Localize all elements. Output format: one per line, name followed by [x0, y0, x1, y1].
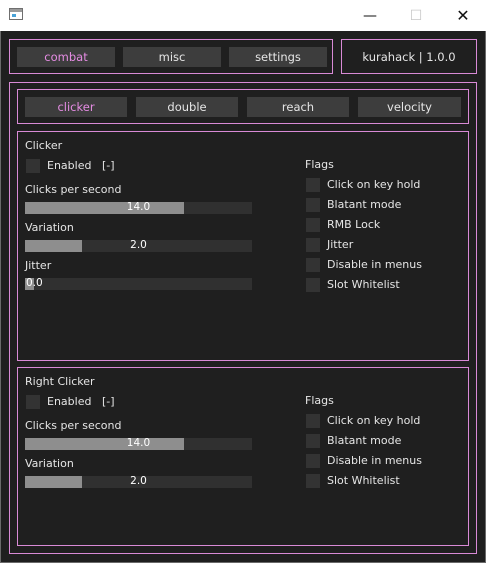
clicker-jitter-label: Jitter: [25, 259, 52, 272]
clicker-cps-label: Clicks per second: [25, 183, 122, 196]
tab-velocity[interactable]: velocity: [358, 97, 461, 117]
clicker-flags-title: Flags: [305, 158, 334, 171]
right-clicker-keybind-button[interactable]: [-]: [102, 395, 115, 408]
tab-misc-label: misc: [158, 50, 186, 64]
clicker-enabled-checkbox[interactable]: [26, 159, 40, 173]
right-clicker-flag-checkbox[interactable]: [306, 474, 320, 488]
maximize-button[interactable]: ☐: [393, 0, 439, 31]
clicker-flag-label: Jitter: [327, 238, 354, 251]
clicker-enabled-label: Enabled: [47, 159, 92, 172]
clicker-flag-checkbox[interactable]: [306, 258, 320, 272]
clicker-cps-value: 14.0: [126, 201, 151, 213]
right-clicker-flag-checkbox[interactable]: [306, 414, 320, 428]
right-clicker-cps-value: 14.0: [126, 437, 151, 449]
close-icon: ✕: [456, 6, 470, 25]
right-clicker-flag-label: Slot Whitelist: [327, 474, 400, 487]
right-clicker-flag-label: Click on key hold: [327, 414, 421, 427]
right-clicker-flag-label: Blatant mode: [327, 434, 402, 447]
clicker-variation-label: Variation: [25, 221, 74, 234]
tab-settings-label: settings: [255, 50, 301, 64]
minimize-icon: —: [363, 7, 377, 24]
clicker-flag-checkbox[interactable]: [306, 218, 320, 232]
tab-double[interactable]: double: [136, 97, 238, 117]
window-titlebar[interactable]: — ☐ ✕: [0, 0, 486, 31]
right-clicker-enabled-label: Enabled: [47, 395, 92, 408]
right-clicker-flag-label: Disable in menus: [327, 454, 422, 467]
brand-badge: kurahack | 1.0.0: [341, 39, 477, 74]
right-clicker-enabled-checkbox[interactable]: [26, 395, 40, 409]
clicker-flag-label: Click on key hold: [327, 178, 421, 191]
minimize-button[interactable]: —: [347, 0, 393, 31]
clicker-variation-slider[interactable]: 2.0: [25, 239, 252, 252]
right-clicker-variation-slider[interactable]: 2.0: [25, 475, 252, 488]
right-clicker-variation-value: 2.0: [130, 475, 147, 487]
clicker-keybind-button[interactable]: [-]: [102, 159, 115, 172]
right-clicker-flag-checkbox[interactable]: [306, 454, 320, 468]
clicker-flag-label: Blatant mode: [327, 198, 402, 211]
clicker-flag-checkbox[interactable]: [306, 178, 320, 192]
right-clicker-title: Right Clicker: [25, 375, 95, 388]
app-window-icon: [9, 8, 23, 20]
clicker-title: Clicker: [25, 139, 63, 152]
right-clicker-variation-label: Variation: [25, 457, 74, 470]
clicker-flag-checkbox[interactable]: [306, 198, 320, 212]
tab-velocity-label: velocity: [387, 100, 432, 114]
tab-reach-label: reach: [281, 100, 315, 114]
right-clicker-cps-slider[interactable]: 14.0: [25, 437, 252, 450]
tab-misc[interactable]: misc: [123, 47, 221, 67]
tab-reach[interactable]: reach: [247, 97, 349, 117]
clicker-variation-value: 2.0: [130, 239, 147, 251]
right-clicker-flag-checkbox[interactable]: [306, 434, 320, 448]
clicker-flag-label: Disable in menus: [327, 258, 422, 271]
clicker-flag-label: RMB Lock: [327, 218, 381, 231]
clicker-cps-slider[interactable]: 14.0: [25, 201, 252, 214]
brand-label: kurahack | 1.0.0: [362, 49, 456, 64]
maximize-icon: ☐: [409, 7, 423, 24]
clicker-jitter-slider[interactable]: 0.0: [25, 277, 252, 290]
clicker-flag-checkbox[interactable]: [306, 278, 320, 292]
right-clicker-cps-label: Clicks per second: [25, 419, 122, 432]
clicker-flag-label: Slot Whitelist: [327, 278, 400, 291]
clicker-jitter-value: 0.0: [26, 277, 43, 289]
tab-double-label: double: [167, 100, 207, 114]
tab-combat-label: combat: [44, 50, 88, 64]
close-button[interactable]: ✕: [440, 0, 486, 31]
tab-combat[interactable]: combat: [17, 47, 115, 67]
tab-clicker[interactable]: clicker: [25, 97, 127, 117]
clicker-flag-checkbox[interactable]: [306, 238, 320, 252]
tab-settings[interactable]: settings: [229, 47, 327, 67]
right-clicker-flags-title: Flags: [305, 394, 334, 407]
tab-clicker-label: clicker: [57, 100, 95, 114]
